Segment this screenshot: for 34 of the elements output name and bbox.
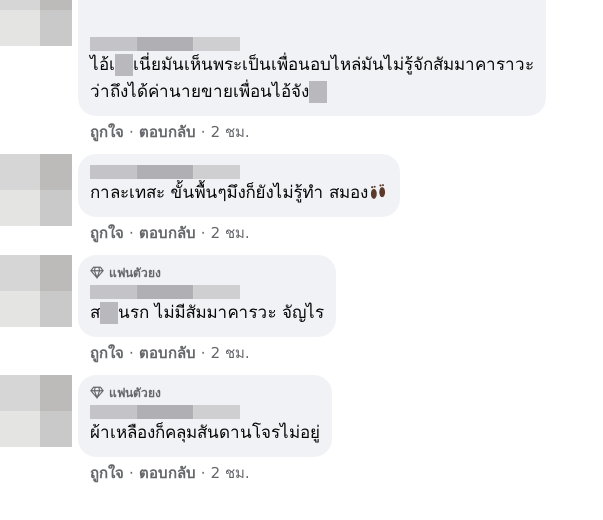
pixelated-avatar [0,255,72,327]
badge-label: แฟนตัวยง [109,265,161,282]
action-link[interactable]: ตอบกลับ [138,120,196,144]
action-link[interactable]: ถูกใจ [90,341,124,365]
separator-dot: · [200,344,206,362]
timestamp: 2 ชม. [210,122,250,143]
comment-text: ส นรก ไม่มีสัมมาคารวะ จัญไร [90,301,324,326]
separator-dot: · [200,123,206,141]
diamond-icon [90,386,104,399]
comment-text: ผ้าเหลืองก็คลุมสันดานโจรไม่อยู่ [90,421,320,445]
action-link[interactable]: ถูกใจ [90,120,124,144]
separator-dot: · [200,224,206,242]
pixelated-avatar [0,154,72,226]
action-link[interactable]: ตอบกลับ [138,341,196,365]
action-link[interactable]: ตอบกลับ [138,461,196,485]
pixelated-avatar [0,375,72,447]
action-link[interactable]: ถูกใจ [90,221,124,245]
pixelated-redaction [115,54,133,76]
action-link[interactable]: ตอบกลับ [138,221,196,245]
action-link[interactable]: ถูกใจ [90,461,124,485]
timestamp: 2 ชม. [210,223,250,244]
timestamp: 2 ชม. [210,343,250,364]
timestamp: 2 ชม. [210,463,250,484]
separator-dot: · [129,123,134,141]
badge-label: แฟนตัวยง [109,385,161,402]
separator-dot: · [200,464,206,482]
diamond-icon [90,266,104,279]
separator-dot: · [129,344,134,362]
comment-text: ไอ้เ เนี่ยมันเห็นพระเป็นเพื่อนอบไหล่มันไม่รู้จักสัมมาคาราวะ ว่าถึงได้ค่านายขายเพื่อนไอ้จัง [90,52,534,106]
pixelated-redaction [309,81,327,104]
pixelated-redaction [100,302,118,324]
separator-dot: · [129,464,134,482]
comment-text: กาละเทสะ ขั้นพื้นๆมึงก็ยังไม่รู้ทำ สมอง [90,180,388,207]
separator-dot: · [129,224,134,242]
